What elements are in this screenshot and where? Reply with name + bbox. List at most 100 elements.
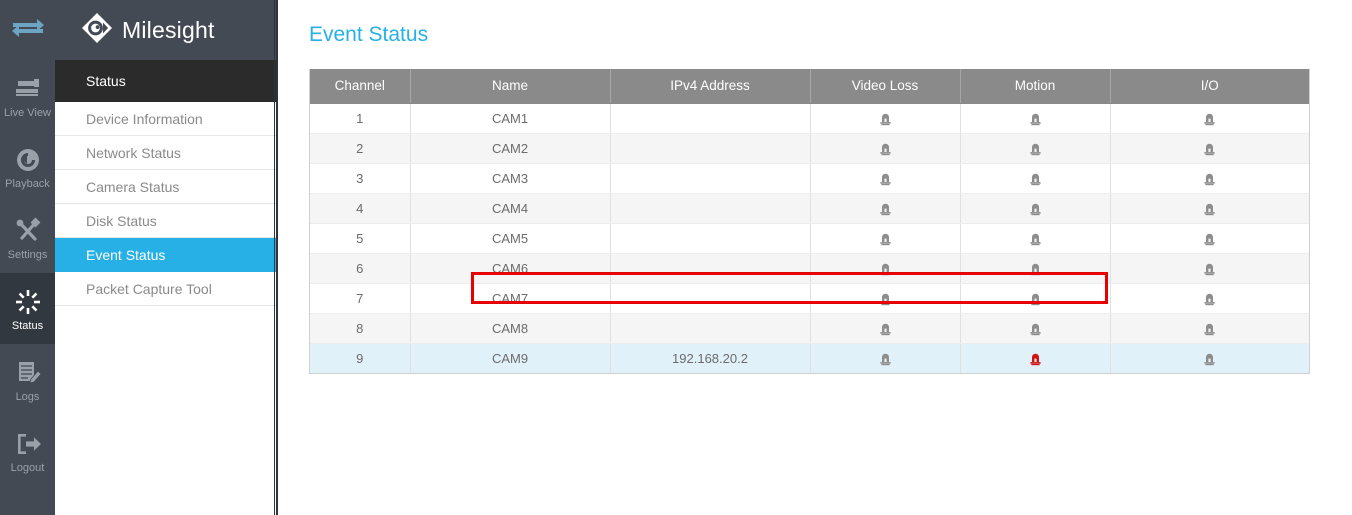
table-row[interactable]: 8CAM8 (310, 313, 1309, 343)
siren-grey-icon (879, 173, 892, 186)
status-burst-icon (8, 286, 48, 318)
table-row[interactable]: 4CAM4 (310, 193, 1309, 223)
cell-ipv4-address (610, 133, 810, 163)
siren-grey-icon (1203, 173, 1216, 186)
siren-grey-icon (1029, 263, 1042, 276)
cell-ipv4-address (610, 103, 810, 133)
rail-item-logout[interactable]: Logout (0, 415, 55, 486)
milesight-diamond-logo (81, 12, 113, 49)
logout-arrow-icon (8, 428, 48, 460)
cell-motion (960, 163, 1110, 193)
siren-grey-icon (1029, 293, 1042, 306)
cell-video-loss (810, 223, 960, 253)
table-row[interactable]: 6CAM6 (310, 253, 1309, 283)
siren-grey-icon (879, 353, 892, 366)
cell-motion (960, 313, 1110, 343)
menu-divider-inner (274, 0, 275, 515)
cell-video-loss (810, 283, 960, 313)
siren-grey-icon (1203, 143, 1216, 156)
cell-motion (960, 193, 1110, 223)
siren-grey-icon (879, 113, 892, 126)
cell-io (1110, 283, 1309, 313)
rail-item-playback[interactable]: Playback (0, 131, 55, 202)
cell-name: CAM8 (410, 313, 610, 343)
cell-name: CAM3 (410, 163, 610, 193)
cell-motion (960, 133, 1110, 163)
cell-name: CAM1 (410, 103, 610, 133)
cell-ipv4-address (610, 163, 810, 193)
siren-grey-icon (879, 233, 892, 246)
event-status-table-wrapper: Channel Name IPv4 Address Video Loss Mot… (309, 69, 1310, 374)
brand-header: Milesight (55, 0, 276, 60)
cell-video-loss (810, 103, 960, 133)
table-header: Channel Name IPv4 Address Video Loss Mot… (310, 69, 1309, 103)
column-header-video-loss[interactable]: Video Loss (810, 69, 960, 103)
rail-item-label: Logs (16, 391, 40, 403)
cell-video-loss (810, 253, 960, 283)
rail-item-label: Logout (11, 462, 45, 474)
sidebar-item-network-status[interactable]: Network Status (55, 136, 276, 170)
column-header-io[interactable]: I/O (1110, 69, 1309, 103)
rail-item-settings[interactable]: Settings (0, 202, 55, 273)
siren-grey-icon (1203, 353, 1216, 366)
content-area: Event Status Channel Name IPv4 Address V… (278, 0, 1352, 515)
column-header-motion[interactable]: Motion (960, 69, 1110, 103)
table-row[interactable]: 3CAM3 (310, 163, 1309, 193)
siren-grey-icon (1203, 203, 1216, 216)
rail-item-status[interactable]: Status (0, 273, 55, 344)
cell-video-loss (810, 343, 960, 373)
cell-ipv4-address (610, 313, 810, 343)
rail-item-live-view[interactable]: Live View (0, 60, 55, 131)
column-header-ipv4-address[interactable]: IPv4 Address (610, 69, 810, 103)
cell-video-loss (810, 133, 960, 163)
cell-io (1110, 193, 1309, 223)
table-row[interactable]: 2CAM2 (310, 133, 1309, 163)
siren-grey-icon (1029, 233, 1042, 246)
application-window: Live View Playback (0, 0, 1352, 515)
table-row[interactable]: 7CAM7 (310, 283, 1309, 313)
table-body: 1CAM12CAM23CAM34CAM45CAM56CAM67CAM78CAM8… (310, 103, 1309, 373)
rail-item-logs[interactable]: Logs (0, 344, 55, 415)
cell-video-loss (810, 163, 960, 193)
sidebar-item-camera-status[interactable]: Camera Status (55, 170, 276, 204)
panel-toggle-button[interactable] (0, 0, 55, 60)
table-row[interactable]: 1CAM1 (310, 103, 1309, 133)
sidebar-item-device-information[interactable]: Device Information (55, 102, 276, 136)
sidebar-item-packet-capture-tool[interactable]: Packet Capture Tool (55, 272, 276, 306)
siren-grey-icon (1203, 233, 1216, 246)
live-view-icon (8, 73, 48, 105)
sidebar-item-disk-status[interactable]: Disk Status (55, 204, 276, 238)
cell-io (1110, 343, 1309, 373)
table-row[interactable]: 9CAM9192.168.20.2 (310, 343, 1309, 373)
column-header-name[interactable]: Name (410, 69, 610, 103)
cell-name: CAM9 (410, 343, 610, 373)
cell-io (1110, 163, 1309, 193)
siren-grey-icon (1029, 203, 1042, 216)
page-title: Event Status (309, 23, 428, 47)
cell-io (1110, 133, 1309, 163)
column-header-channel[interactable]: Channel (310, 69, 410, 103)
siren-grey-icon (879, 293, 892, 306)
siren-grey-icon (879, 143, 892, 156)
cell-ipv4-address (610, 283, 810, 313)
cell-channel: 1 (310, 103, 410, 133)
cell-channel: 5 (310, 223, 410, 253)
cell-name: CAM6 (410, 253, 610, 283)
cell-channel: 8 (310, 313, 410, 343)
menu-section-status: Status (55, 60, 276, 102)
cell-channel: 2 (310, 133, 410, 163)
cell-channel: 6 (310, 253, 410, 283)
icon-rail: Live View Playback (0, 0, 55, 515)
table-row[interactable]: 5CAM5 (310, 223, 1309, 253)
cell-ipv4-address (610, 253, 810, 283)
siren-grey-icon (1029, 323, 1042, 336)
cell-motion (960, 103, 1110, 133)
cell-video-loss (810, 313, 960, 343)
cell-name: CAM7 (410, 283, 610, 313)
event-status-table: Channel Name IPv4 Address Video Loss Mot… (310, 69, 1309, 373)
cell-name: CAM4 (410, 193, 610, 223)
sidebar-item-event-status[interactable]: Event Status (55, 238, 276, 272)
siren-grey-icon (879, 203, 892, 216)
siren-grey-icon (1029, 173, 1042, 186)
transfer-arrows-icon (10, 17, 46, 44)
